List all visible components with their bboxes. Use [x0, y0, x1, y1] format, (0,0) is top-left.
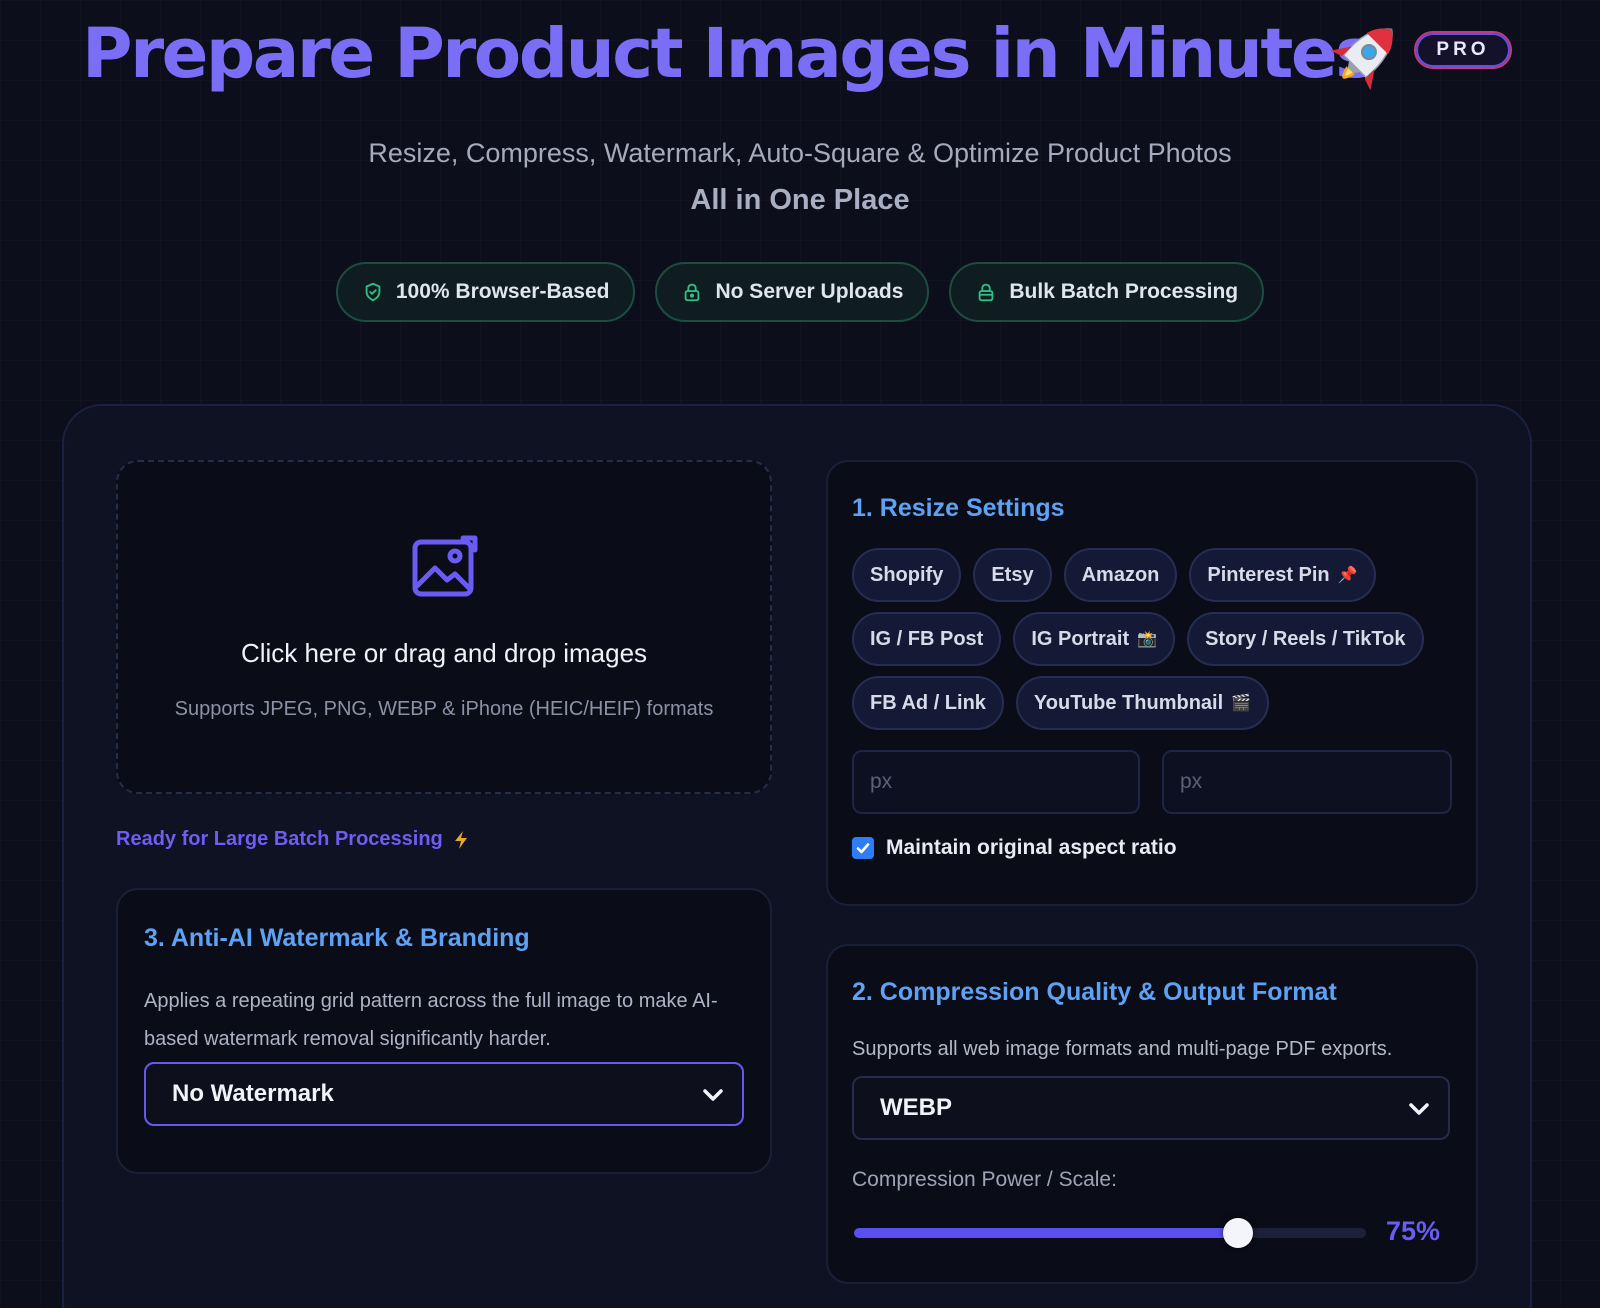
- shield-check-icon: [365, 282, 381, 302]
- compression-card: 2. Compression Quality & Output Format S…: [826, 944, 1478, 1284]
- preset-fb-ad-link[interactable]: FB Ad / Link: [852, 676, 1004, 730]
- subtitle: Resize, Compress, Watermark, Auto-Square…: [368, 138, 1232, 168]
- page-title: Prepare Product Images in Minutes: [82, 14, 1376, 94]
- lightning-icon: [454, 830, 467, 849]
- compression-title: 2. Compression Quality & Output Format: [852, 978, 1337, 1006]
- dropzone-title: Click here or drag and drop images: [240, 638, 648, 668]
- batch-note: Ready for Large Batch Processing: [116, 828, 469, 851]
- watermark-description: Applies a repeating grid pattern across …: [144, 990, 718, 1050]
- aspect-ratio-checkbox[interactable]: [852, 837, 874, 859]
- feature-pill-batch: Bulk Batch Processing: [949, 262, 1265, 322]
- resize-card: 1. Resize Settings Shopify Etsy Amazon P…: [826, 460, 1478, 906]
- width-input[interactable]: [852, 750, 1140, 814]
- aspect-ratio-row: Maintain original aspect ratio: [852, 836, 1177, 860]
- preset-youtube-thumbnail[interactable]: YouTube Thumbnail 🎬: [1015, 676, 1270, 730]
- feature-pill-no-upload: No Server Uploads: [655, 262, 930, 322]
- batch-note-label: Ready for Large Batch Processing: [116, 828, 443, 850]
- slider-fill: [854, 1228, 1238, 1238]
- chevron-down-icon: [1409, 1103, 1429, 1115]
- clapper-icon: 🎬: [1231, 695, 1252, 712]
- resize-title: 1. Resize Settings: [852, 494, 1065, 522]
- preset-ig-fb-post[interactable]: IG / FB Post: [852, 612, 1002, 666]
- height-input[interactable]: [1162, 750, 1452, 814]
- preset-label: Amazon: [1081, 563, 1160, 586]
- aspect-ratio-label: Maintain original aspect ratio: [886, 836, 1177, 859]
- preset-label: Story / Reels / TikTok: [1205, 627, 1406, 650]
- preset-label: Shopify: [870, 563, 944, 586]
- preset-label: Pinterest Pin: [1207, 563, 1330, 586]
- watermark-select-value: No Watermark: [172, 1080, 334, 1107]
- format-select[interactable]: WEBP: [852, 1076, 1450, 1140]
- chevron-down-icon: [703, 1089, 723, 1101]
- preset-label: FB Ad / Link: [870, 691, 986, 714]
- pro-badge: PRO: [1414, 31, 1512, 69]
- pushpin-icon: 📌: [1337, 567, 1358, 584]
- subtitle-strong: All in One Place: [690, 184, 910, 216]
- watermark-title: 3. Anti-AI Watermark & Branding: [144, 924, 530, 952]
- rocket-icon: [1330, 28, 1393, 91]
- scale-label: Compression Power / Scale:: [852, 1168, 1117, 1191]
- preset-shopify[interactable]: Shopify: [852, 548, 962, 602]
- compression-slider[interactable]: [854, 1218, 1366, 1248]
- stack-icon: [979, 283, 994, 302]
- feature-label: No Server Uploads: [715, 280, 904, 303]
- image-dropzone[interactable]: Click here or drag and drop images Suppo…: [116, 460, 772, 794]
- camera-icon: 📸: [1137, 631, 1158, 648]
- dropzone-subtitle: Supports JPEG, PNG, WEBP & iPhone (HEIC/…: [174, 698, 714, 720]
- feature-pill-browser: 100% Browser-Based: [335, 262, 636, 322]
- image-icon: [412, 535, 478, 597]
- preset-etsy[interactable]: Etsy: [973, 548, 1052, 602]
- preset-list: Shopify Etsy Amazon Pinterest Pin 📌 IG / …: [852, 548, 1462, 730]
- preset-pinterest-pin[interactable]: Pinterest Pin 📌: [1189, 548, 1376, 602]
- watermark-card: 3. Anti-AI Watermark & Branding Applies …: [116, 888, 772, 1174]
- preset-amazon[interactable]: Amazon: [1063, 548, 1178, 602]
- preset-label: IG / FB Post: [870, 627, 984, 650]
- feature-label: 100% Browser-Based: [395, 280, 610, 303]
- compression-description: Supports all web image formats and multi…: [852, 1038, 1393, 1060]
- feature-label: Bulk Batch Processing: [1009, 280, 1239, 303]
- preset-label: IG Portrait: [1031, 627, 1130, 650]
- lock-icon: [685, 283, 700, 302]
- preset-label: Etsy: [991, 563, 1034, 586]
- checkmark-icon: [856, 843, 870, 854]
- preset-ig-portrait[interactable]: IG Portrait 📸: [1013, 612, 1176, 666]
- scale-value: 75%: [1386, 1216, 1441, 1246]
- preset-label: YouTube Thumbnail: [1033, 691, 1224, 714]
- slider-thumb[interactable]: [1223, 1218, 1253, 1248]
- preset-story-reels-tiktok[interactable]: Story / Reels / TikTok: [1187, 612, 1424, 666]
- watermark-select[interactable]: No Watermark: [144, 1062, 744, 1126]
- format-select-value: WEBP: [880, 1094, 952, 1121]
- feature-list: 100% Browser-Based No Server Uploads Bul…: [0, 262, 1600, 322]
